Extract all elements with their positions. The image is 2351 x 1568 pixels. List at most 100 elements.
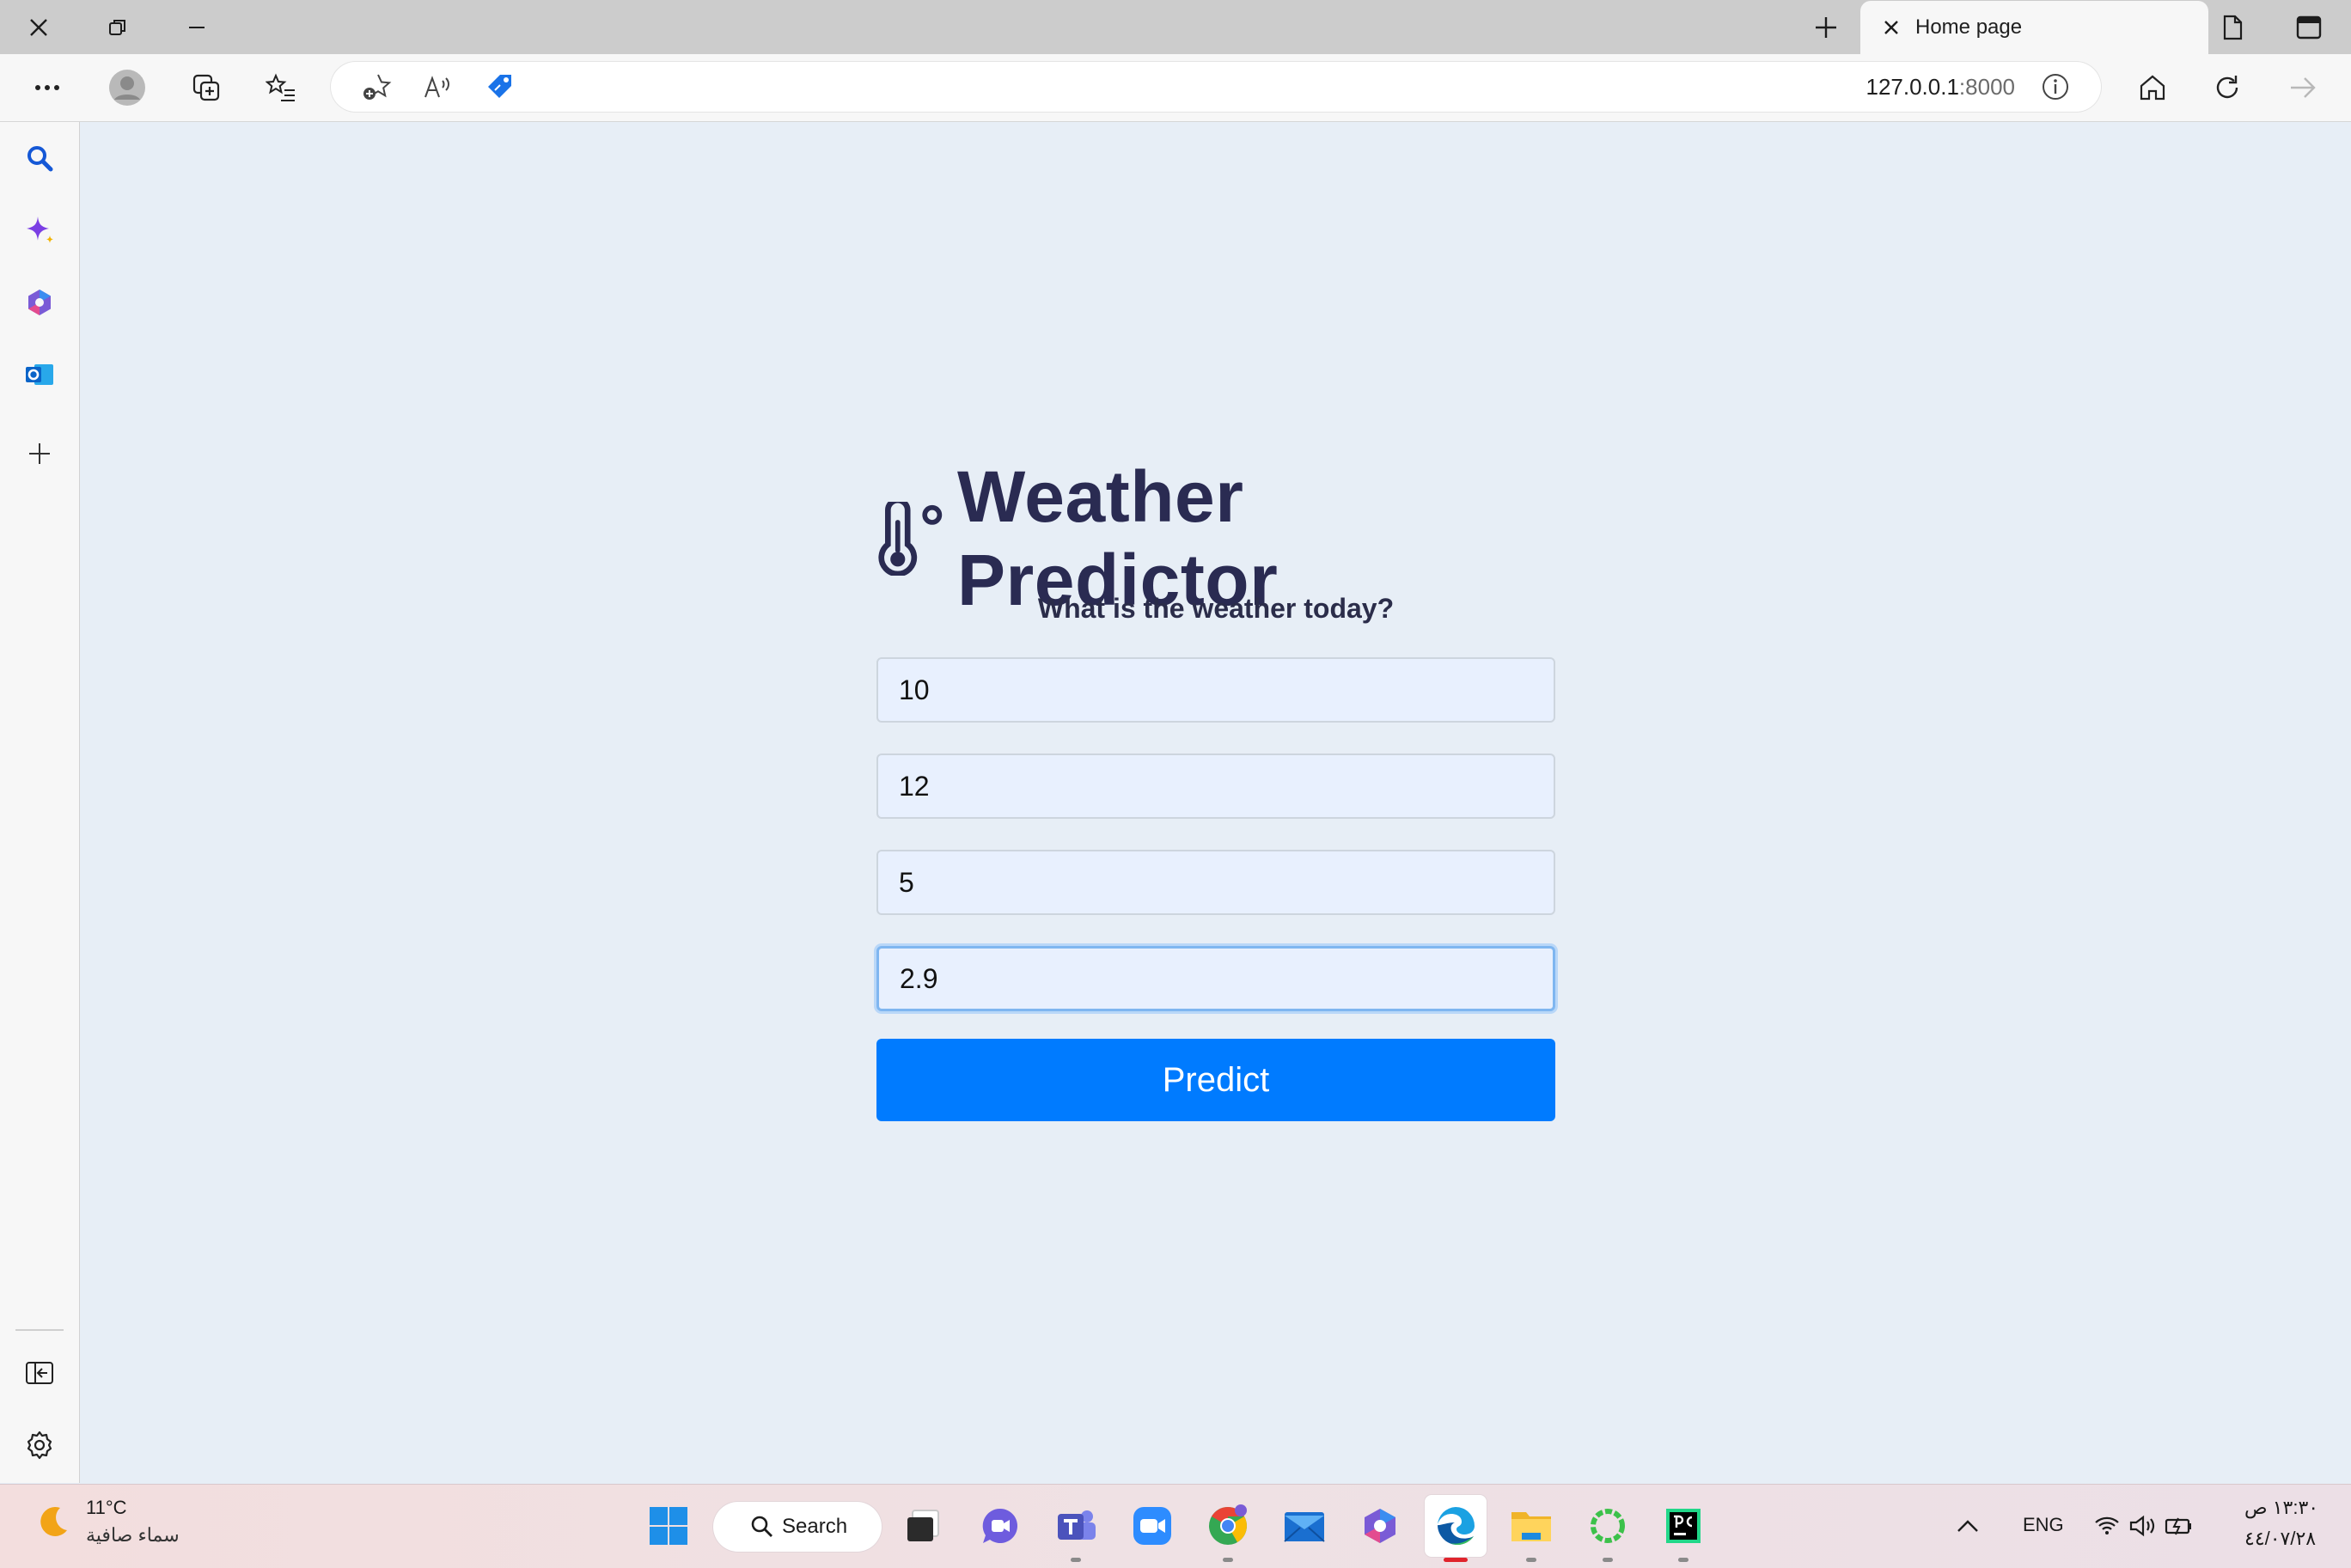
url-text: 127.0.0.1:8000 bbox=[1866, 62, 2015, 112]
taskbar-edge-app[interactable] bbox=[1425, 1495, 1487, 1562]
input-field-1[interactable] bbox=[876, 657, 1555, 723]
refresh-button[interactable] bbox=[2197, 54, 2257, 121]
plus-icon bbox=[29, 443, 50, 464]
folder-icon bbox=[1511, 1512, 1551, 1541]
more-menu-button[interactable] bbox=[17, 54, 77, 121]
sidebar-hide-button[interactable] bbox=[0, 1339, 79, 1407]
sidebar-search-button[interactable] bbox=[0, 124, 79, 192]
windows-logo-icon bbox=[650, 1507, 687, 1545]
task-view-button[interactable] bbox=[892, 1495, 954, 1557]
profile-button[interactable] bbox=[97, 54, 157, 121]
close-icon bbox=[1884, 21, 1898, 34]
restore-window-button[interactable] bbox=[79, 0, 156, 54]
workspaces-icon bbox=[192, 74, 220, 101]
network-volume-battery[interactable] bbox=[2088, 1495, 2200, 1557]
close-icon bbox=[30, 18, 47, 36]
running-indicator bbox=[1526, 1558, 1536, 1562]
site-info-button[interactable] bbox=[2025, 53, 2085, 120]
volume-icon bbox=[2129, 1515, 2155, 1537]
more-dots-icon bbox=[35, 85, 59, 90]
mail-icon bbox=[1284, 1512, 1325, 1542]
input-field-2[interactable] bbox=[876, 753, 1555, 819]
vertical-tabs-button[interactable] bbox=[2270, 0, 2348, 54]
price-tag-icon bbox=[488, 75, 511, 98]
minimize-window-button[interactable] bbox=[158, 0, 235, 54]
address-bar[interactable]: 127.0.0.1:8000 bbox=[331, 62, 2101, 112]
home-button[interactable] bbox=[2122, 54, 2183, 121]
input-field-4[interactable] bbox=[876, 946, 1555, 1011]
collections-button[interactable] bbox=[176, 54, 236, 121]
new-tab-button[interactable] bbox=[1787, 0, 1865, 54]
taskbar-teams-app[interactable] bbox=[1045, 1495, 1107, 1562]
sidebar-m365-button[interactable] bbox=[0, 268, 79, 337]
favorites-list-icon bbox=[266, 73, 295, 101]
weather-form-card: Weather Predictor What is the weather to… bbox=[876, 456, 1555, 1121]
tab-home-page[interactable]: Home page bbox=[1860, 1, 2208, 54]
shopping-button[interactable] bbox=[470, 53, 530, 120]
taskbar-m365-app[interactable] bbox=[1349, 1495, 1411, 1557]
taskbar-zoom-app[interactable] bbox=[1121, 1495, 1183, 1557]
taskbar-loading-app[interactable] bbox=[1577, 1495, 1639, 1562]
predict-button[interactable]: Predict bbox=[876, 1039, 1555, 1121]
chrome-icon bbox=[1209, 1504, 1247, 1545]
taskbar-chat-app[interactable] bbox=[969, 1495, 1031, 1557]
url-host: 127.0.0.1 bbox=[1866, 74, 1959, 100]
pycharm-icon bbox=[1666, 1509, 1701, 1543]
refresh-icon bbox=[2216, 76, 2238, 99]
moon-icon bbox=[40, 1506, 67, 1536]
thermometer-icon bbox=[878, 502, 943, 576]
tab-actions-button[interactable] bbox=[2194, 0, 2271, 54]
running-indicator bbox=[1071, 1558, 1081, 1562]
edge-icon bbox=[1438, 1507, 1475, 1545]
read-aloud-icon bbox=[424, 76, 449, 98]
page-viewport: Weather Predictor What is the weather to… bbox=[80, 122, 2351, 1483]
weather-widget[interactable]: 11°C سماء صافية bbox=[34, 1497, 180, 1547]
sidebar-outlook-button[interactable] bbox=[0, 340, 79, 409]
page-icon bbox=[2223, 15, 2243, 40]
taskbar-mail-app[interactable] bbox=[1273, 1495, 1335, 1557]
language-indicator[interactable]: ENG bbox=[2023, 1514, 2064, 1536]
windows-taskbar: 11°C سماء صافية Search ENG ١٣:٣٠ ص ٤٤/٠٧… bbox=[0, 1484, 2351, 1568]
outlook-icon bbox=[26, 364, 53, 385]
taskbar-chrome-app[interactable] bbox=[1197, 1495, 1259, 1562]
arrow-right-icon bbox=[2291, 77, 2316, 98]
favorites-button[interactable] bbox=[251, 54, 311, 121]
taskbar-pycharm-app[interactable] bbox=[1652, 1495, 1714, 1562]
tray-overflow-button[interactable] bbox=[1947, 1495, 1988, 1557]
wifi-icon bbox=[2095, 1516, 2119, 1534]
input-field-3[interactable] bbox=[876, 850, 1555, 915]
star-add-icon bbox=[363, 74, 392, 100]
tab-close-button[interactable] bbox=[1867, 1, 1915, 54]
plus-icon bbox=[1816, 16, 1836, 38]
url-port: :8000 bbox=[1958, 74, 2015, 100]
taskbar-explorer-app[interactable] bbox=[1500, 1495, 1562, 1562]
info-icon bbox=[2043, 74, 2068, 100]
start-button[interactable] bbox=[638, 1495, 699, 1557]
browser-tab-bar: Home page bbox=[0, 0, 2351, 55]
taskbar-search-label: Search bbox=[782, 1515, 848, 1538]
taskbar-search[interactable]: Search bbox=[713, 1502, 882, 1552]
sidebar-copilot-button[interactable] bbox=[0, 196, 79, 265]
clock-date[interactable]: ٤٤/٠٧/٢٨ bbox=[2244, 1528, 2316, 1550]
collapse-sidebar-icon bbox=[26, 1362, 53, 1384]
close-window-button[interactable] bbox=[0, 0, 77, 54]
sidebar-settings-button[interactable] bbox=[0, 1411, 79, 1480]
weather-temperature: 11°C bbox=[86, 1497, 127, 1518]
search-icon bbox=[27, 146, 53, 172]
gear-icon bbox=[27, 1431, 52, 1460]
search-icon bbox=[751, 1516, 772, 1537]
battery-icon bbox=[2165, 1517, 2191, 1535]
microsoft-365-icon bbox=[1365, 1509, 1395, 1543]
zoom-icon bbox=[1133, 1507, 1171, 1545]
forward-button[interactable] bbox=[2273, 54, 2333, 121]
add-favorite-button[interactable] bbox=[346, 53, 406, 120]
microsoft-365-icon bbox=[28, 290, 51, 315]
sidebar-divider bbox=[15, 1329, 64, 1331]
chevron-up-icon bbox=[1957, 1520, 1978, 1532]
clock-time[interactable]: ١٣:٣٠ ص bbox=[2244, 1497, 2318, 1519]
minimize-icon bbox=[189, 26, 205, 28]
running-indicator bbox=[1603, 1558, 1613, 1562]
read-aloud-button[interactable] bbox=[408, 53, 468, 120]
restore-icon bbox=[109, 19, 125, 35]
sidebar-add-button[interactable] bbox=[0, 419, 79, 488]
